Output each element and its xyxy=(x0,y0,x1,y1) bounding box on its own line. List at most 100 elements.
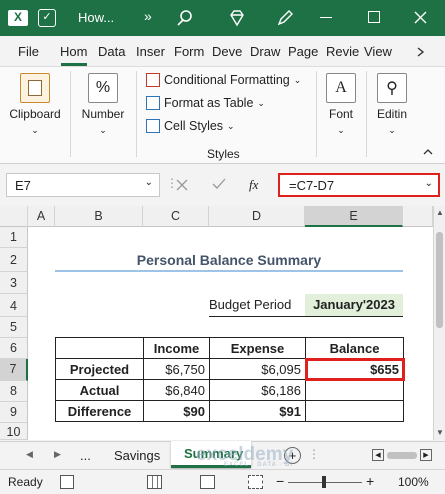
column-header-a[interactable]: A xyxy=(28,206,55,227)
pen-icon[interactable] xyxy=(276,9,294,27)
chevron-down-icon[interactable]: ⌄ xyxy=(145,177,153,188)
actual-balance[interactable] xyxy=(305,379,404,401)
row-header-1[interactable]: 1 xyxy=(0,227,28,248)
ribbon-collapse-icon[interactable] xyxy=(422,147,434,157)
accessibility-icon[interactable] xyxy=(60,475,74,489)
sheet-tab-savings[interactable]: Savings xyxy=(114,448,160,463)
normal-view-icon[interactable] xyxy=(147,475,162,489)
autosave-icon[interactable]: ✓ xyxy=(38,9,56,27)
select-all-corner[interactable] xyxy=(0,206,28,227)
row-header-3[interactable]: 3 xyxy=(0,272,28,294)
sheet-next-icon[interactable]: ▶ xyxy=(54,449,61,460)
column-header-e[interactable]: E xyxy=(305,206,403,227)
tab-view[interactable]: View xyxy=(364,44,392,59)
format-as-table-button[interactable]: Format as Table ⌄ xyxy=(146,96,265,110)
tab-home[interactable]: Hom xyxy=(60,44,87,59)
row-label-difference[interactable]: Difference xyxy=(55,400,144,422)
header-balance[interactable]: Balance xyxy=(305,337,404,359)
tabs-scroll-icon[interactable] xyxy=(414,46,426,58)
conditional-formatting-button[interactable]: Conditional Formatting ⌄ xyxy=(146,73,301,87)
row-header-2[interactable]: 2 xyxy=(0,248,28,272)
page-layout-view-icon[interactable] xyxy=(200,475,215,489)
sheet-prev-icon[interactable]: ◀ xyxy=(26,449,33,460)
tab-developer[interactable]: Deve xyxy=(212,44,242,59)
ribbon-separator xyxy=(316,71,317,157)
search-icon[interactable] xyxy=(176,9,194,27)
tab-page-layout[interactable]: Page xyxy=(288,44,318,59)
actual-expense[interactable]: $6,186 xyxy=(209,379,306,401)
zoom-slider-thumb[interactable] xyxy=(322,476,326,488)
hscroll-left-icon[interactable]: ◀ xyxy=(372,449,384,461)
title-more-icon[interactable]: » xyxy=(144,8,152,24)
tab-draw[interactable]: Draw xyxy=(250,44,280,59)
projected-expense[interactable]: $6,095 xyxy=(209,358,306,380)
row-header-9[interactable]: 9 xyxy=(0,402,28,423)
file-name: How... xyxy=(78,10,115,25)
number-button[interactable]: % Number ⌄ xyxy=(76,73,130,136)
header-income[interactable]: Income xyxy=(143,337,210,359)
ribbon-separator xyxy=(136,71,137,157)
hscroll-right-icon[interactable]: ▶ xyxy=(420,449,432,461)
title-bar: X ✓ How... » xyxy=(0,0,445,36)
more-sheets-button[interactable]: ... xyxy=(80,448,91,463)
maximize-icon[interactable] xyxy=(368,11,380,23)
column-header-b[interactable]: B xyxy=(55,206,143,227)
chevron-down-icon[interactable]: ⌄ xyxy=(425,178,433,189)
row-header-4[interactable]: 4 xyxy=(0,294,28,317)
row-label-projected[interactable]: Projected xyxy=(55,358,144,380)
minimize-icon[interactable] xyxy=(320,17,332,18)
zoom-out-button[interactable]: − xyxy=(276,473,284,489)
actual-income[interactable]: $6,840 xyxy=(143,379,210,401)
insert-function-icon[interactable]: fx xyxy=(249,177,258,193)
tabs-split-handle[interactable]: ⋮ xyxy=(308,447,320,461)
header-cell-empty[interactable] xyxy=(55,337,144,359)
row-header-5[interactable]: 5 xyxy=(0,317,28,338)
budget-period-value[interactable]: January'2023 xyxy=(305,294,403,317)
worksheet-grid[interactable]: A B C D E 1 2 3 4 5 6 7 8 9 10 Personal … xyxy=(0,206,433,440)
vertical-scrollbar[interactable]: ▲ ▼ xyxy=(433,206,445,440)
tab-formulas[interactable]: Form xyxy=(174,44,204,59)
header-expense[interactable]: Expense xyxy=(209,337,306,359)
scroll-down-icon[interactable]: ▼ xyxy=(436,428,444,437)
close-icon[interactable] xyxy=(414,11,427,24)
tab-insert[interactable]: Inser xyxy=(136,44,165,59)
formula-input[interactable]: =C7-D7 ⌄ xyxy=(278,173,440,197)
difference-balance[interactable] xyxy=(305,400,404,422)
row-header-10[interactable]: 10 xyxy=(0,423,28,440)
row-header-6[interactable]: 6 xyxy=(0,338,28,359)
conditional-formatting-label: Conditional Formatting xyxy=(164,73,290,87)
tab-file[interactable]: File xyxy=(18,44,39,59)
diamond-icon[interactable] xyxy=(228,9,246,27)
budget-period-label[interactable]: Budget Period xyxy=(209,297,291,312)
cell-styles-icon xyxy=(146,119,160,133)
row-label-actual[interactable]: Actual xyxy=(55,379,144,401)
row-header-7[interactable]: 7 xyxy=(0,359,28,381)
tab-review[interactable]: Revie xyxy=(326,44,359,59)
font-button[interactable]: A Font ⌄ xyxy=(322,73,360,136)
projected-balance-selected[interactable]: $655 xyxy=(304,357,405,381)
cell-styles-button[interactable]: Cell Styles ⌄ xyxy=(146,119,235,133)
sheet-title[interactable]: Personal Balance Summary xyxy=(55,252,403,268)
editing-label: Editin xyxy=(376,107,408,121)
confirm-entry-icon[interactable] xyxy=(212,178,226,190)
zoom-in-button[interactable]: + xyxy=(366,473,374,489)
projected-income[interactable]: $6,750 xyxy=(143,358,210,380)
scrollbar-thumb[interactable] xyxy=(436,232,443,328)
difference-income[interactable]: $90 xyxy=(143,400,210,422)
column-header-d[interactable]: D xyxy=(209,206,305,227)
row-header-8[interactable]: 8 xyxy=(0,381,28,402)
cancel-entry-icon[interactable] xyxy=(176,179,188,191)
editing-button[interactable]: ⚲ Editin ⌄ xyxy=(372,73,412,136)
clipboard-button[interactable]: Clipboard ⌄ xyxy=(6,73,64,136)
page-break-view-icon[interactable] xyxy=(248,475,263,489)
zoom-level[interactable]: 100% xyxy=(398,475,429,489)
scroll-up-icon[interactable]: ▲ xyxy=(436,208,444,217)
number-label: Number xyxy=(81,107,125,121)
balance-table: Income Expense Balance Projected $6,750 … xyxy=(55,337,405,422)
difference-expense[interactable]: $91 xyxy=(209,400,306,422)
tab-data[interactable]: Data xyxy=(98,44,125,59)
column-header-c[interactable]: C xyxy=(143,206,209,227)
cell-styles-label: Cell Styles xyxy=(164,119,224,133)
name-box[interactable]: E7 ⌄ xyxy=(6,173,160,197)
horizontal-scrollbar-thumb[interactable] xyxy=(387,452,417,459)
